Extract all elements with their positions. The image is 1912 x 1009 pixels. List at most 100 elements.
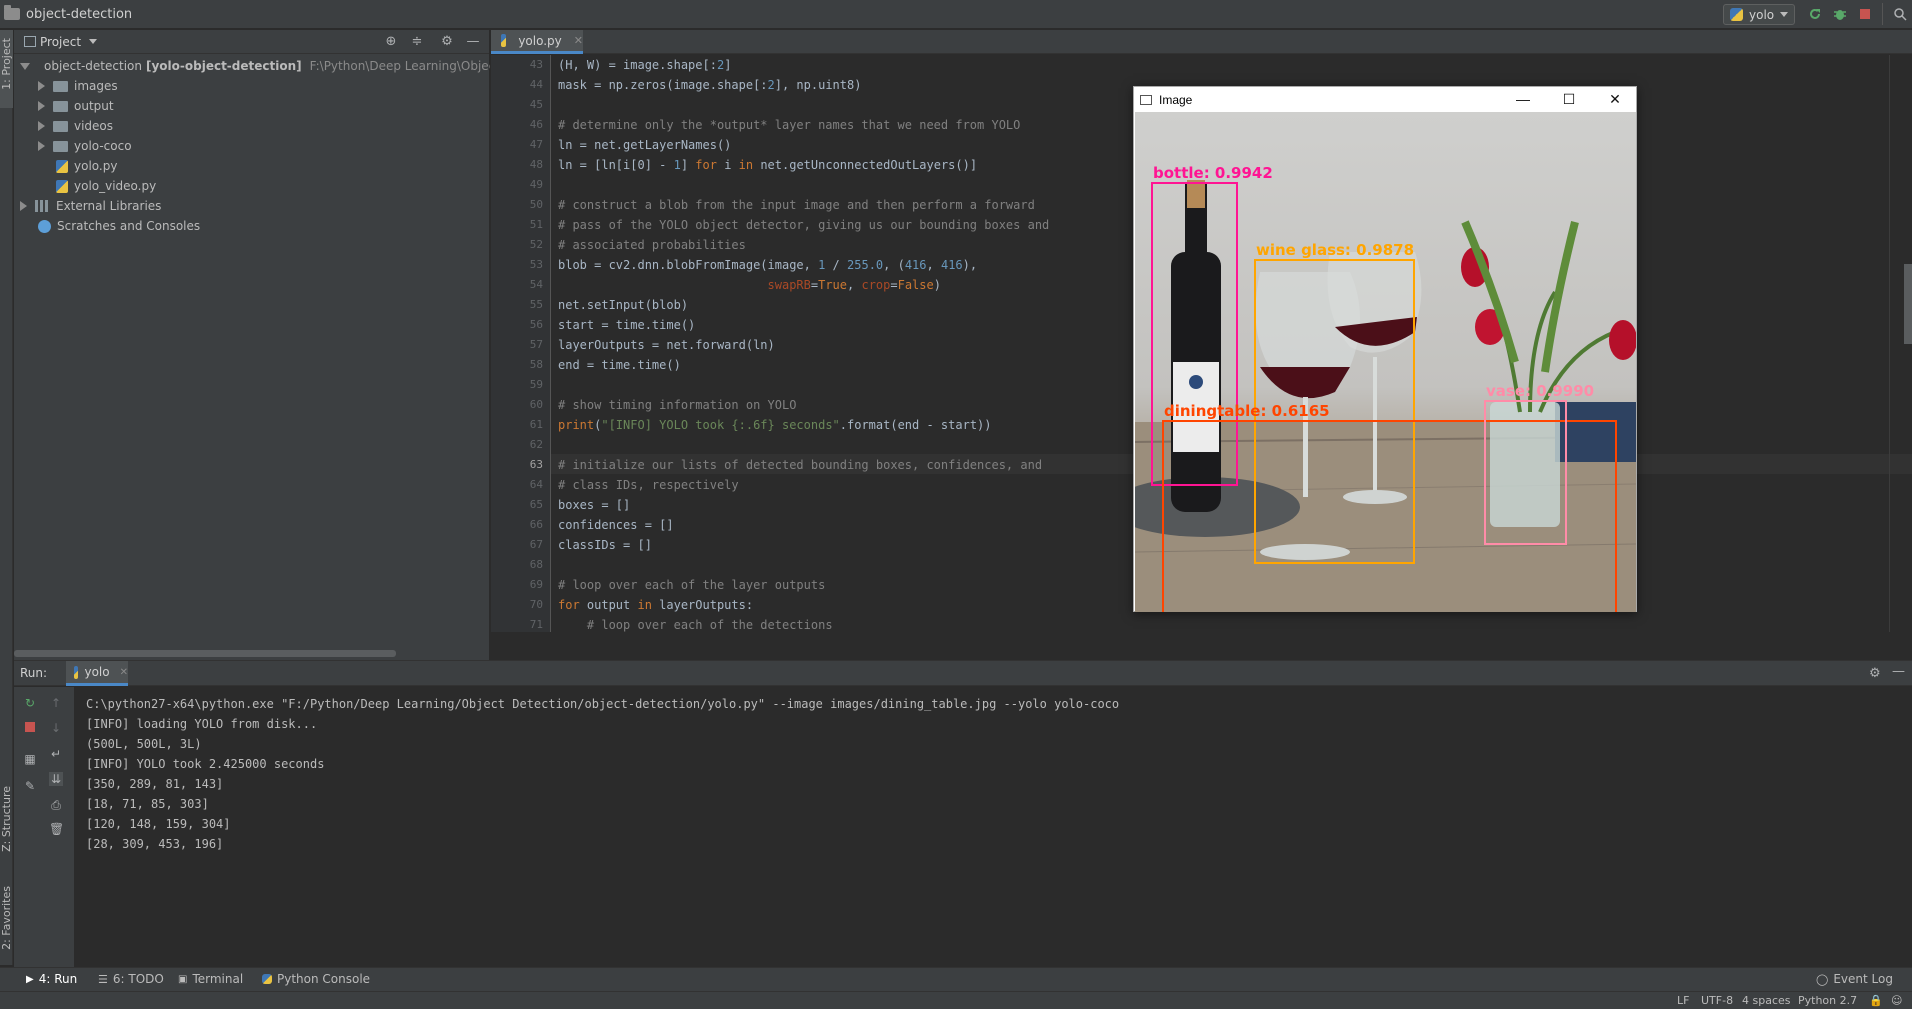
interpreter[interactable]: Python 2.7 xyxy=(1798,994,1857,1007)
project-view-select[interactable]: Project xyxy=(40,35,98,49)
tree-item-scratches[interactable]: Scratches and Consoles xyxy=(14,216,490,236)
close-icon[interactable]: ✕ xyxy=(120,667,128,678)
line-number: 58 xyxy=(529,358,543,371)
line-number: 69 xyxy=(529,578,543,591)
run-tool-button[interactable]: ▶ 4: Run xyxy=(26,972,77,986)
code-line: mask = np.zeros(image.shape[:2], np.uint… xyxy=(558,78,862,92)
expand-icon[interactable] xyxy=(38,121,45,131)
line-number: 61 xyxy=(529,418,543,431)
arrow-up-icon[interactable]: ↑ xyxy=(49,696,63,710)
expand-icon[interactable] xyxy=(38,81,45,91)
tree-item-yolo-py[interactable]: yolo.py xyxy=(14,156,490,176)
vertical-scrollbar[interactable] xyxy=(1904,264,1912,344)
line-number: 51 xyxy=(529,218,543,231)
expand-icon[interactable] xyxy=(38,141,45,151)
collapse-icon[interactable]: ≑ xyxy=(410,35,424,49)
hide-icon[interactable]: — xyxy=(1892,664,1905,679)
code-line: ln = net.getLayerNames() xyxy=(558,138,732,152)
pin-icon[interactable]: ✎ xyxy=(23,779,37,793)
close-icon[interactable]: ✕ xyxy=(1592,87,1638,112)
code-line: # class IDs, respectively xyxy=(558,478,739,492)
file-encoding[interactable]: UTF-8 xyxy=(1701,994,1733,1007)
console-line: [18, 71, 85, 303] xyxy=(86,797,209,811)
stop-icon[interactable] xyxy=(1858,7,1872,21)
line-number: 52 xyxy=(529,238,543,251)
print-icon[interactable]: ⎙ xyxy=(49,798,63,812)
run-console[interactable]: C:\python27-x64\python.exe "F:/Python/De… xyxy=(75,687,1912,967)
event-log-tool-button[interactable]: ◯ Event Log xyxy=(1816,972,1893,986)
run-config-select[interactable]: yolo xyxy=(1723,4,1795,25)
console-line: [INFO] YOLO took 2.425000 seconds xyxy=(86,757,325,771)
debug-icon[interactable] xyxy=(1833,7,1847,21)
lock-icon[interactable]: 🔒 xyxy=(1869,994,1883,1007)
tree-item-external-libraries[interactable]: External Libraries xyxy=(14,196,490,216)
project-panel: Project ⊕ ≑ ⚙ — object-detection [yolo-o… xyxy=(14,30,490,660)
expand-icon[interactable] xyxy=(20,62,30,70)
gear-icon[interactable]: ⚙ xyxy=(1869,666,1881,681)
image-window[interactable]: Image — ☐ ✕ bottle: 0.9942 wine glass: 0… xyxy=(1133,86,1637,612)
code-line: classIDs = [] xyxy=(558,538,652,552)
arrow-down-icon[interactable]: ↓ xyxy=(49,721,63,735)
line-number: 45 xyxy=(529,98,543,111)
soft-wrap-icon[interactable]: ↵ xyxy=(49,747,63,761)
line-number: 54 xyxy=(529,278,543,291)
horizontal-scrollbar[interactable] xyxy=(14,650,396,657)
inspector-icon[interactable]: ☺ xyxy=(1891,994,1902,1007)
tab-yolo-py[interactable]: yolo.py ✕ xyxy=(491,30,583,54)
run-config-label: yolo xyxy=(1749,7,1775,22)
line-separator[interactable]: LF xyxy=(1677,994,1689,1007)
stop-icon[interactable] xyxy=(23,721,37,735)
python-console-tool-button[interactable]: Python Console xyxy=(262,972,370,986)
close-icon[interactable]: ✕ xyxy=(574,34,583,47)
console-line: (500L, 500L, 3L) xyxy=(86,737,202,751)
tree-item-yolo-video-py[interactable]: yolo_video.py xyxy=(14,176,490,196)
trash-icon[interactable]: 🗑 xyxy=(49,822,64,836)
folder-icon xyxy=(53,80,68,92)
line-number: 60 xyxy=(529,398,543,411)
code-line: boxes = [] xyxy=(558,498,631,512)
console-line: [28, 309, 453, 196] xyxy=(86,837,224,851)
line-number: 50 xyxy=(529,198,543,211)
code-line: print("[INFO] YOLO took {:.6f} seconds".… xyxy=(558,418,992,432)
project-tool-button[interactable]: 1: Project xyxy=(0,38,13,90)
tree-item-videos[interactable]: videos xyxy=(14,116,490,136)
tree-item-output[interactable]: output xyxy=(14,96,490,116)
chevron-down-icon xyxy=(1780,12,1789,17)
library-icon xyxy=(35,200,50,212)
tree-item-images[interactable]: images xyxy=(14,76,490,96)
run-tab-yolo[interactable]: yolo ✕ xyxy=(66,661,128,686)
folder-icon xyxy=(53,120,68,132)
code-line: (H, W) = image.shape[:2] xyxy=(558,58,732,72)
structure-tool-button[interactable]: Z: Structure xyxy=(0,786,13,852)
scroll-to-end-icon[interactable]: ⇊ xyxy=(49,772,63,786)
rerun-icon[interactable]: ↻ xyxy=(23,696,37,710)
favorites-tool-button[interactable]: 2: Favorites xyxy=(0,886,13,950)
expand-icon[interactable] xyxy=(20,201,27,211)
right-margin-guide xyxy=(1889,55,1890,632)
image-window-title: Image xyxy=(1159,92,1193,107)
line-number: 68 xyxy=(529,558,543,571)
maximize-icon[interactable]: ☐ xyxy=(1546,87,1592,112)
todo-tool-button[interactable]: ☰ 6: TODO xyxy=(98,972,164,986)
minimize-icon[interactable]: — xyxy=(1500,87,1546,112)
rerun-icon[interactable] xyxy=(1808,7,1822,21)
hide-icon[interactable]: — xyxy=(466,35,480,49)
locate-icon[interactable]: ⊕ xyxy=(384,35,398,49)
expand-icon[interactable] xyxy=(38,101,45,111)
code-line: # show timing information on YOLO xyxy=(558,398,797,412)
indent-setting[interactable]: 4 spaces xyxy=(1742,994,1791,1007)
folder-icon xyxy=(4,5,20,20)
code-line: ln = [ln[i[0] - 1] for i in net.getUncon… xyxy=(558,158,978,172)
gear-icon[interactable]: ⚙ xyxy=(440,35,454,49)
tree-item-root[interactable]: object-detection [yolo-object-detection]… xyxy=(14,56,490,76)
detection-label: wine glass: 0.9878 xyxy=(1256,241,1415,259)
chevron-down-icon xyxy=(89,39,98,44)
search-icon[interactable] xyxy=(1893,7,1907,21)
tree-item-yolo-coco[interactable]: yolo-coco xyxy=(14,136,490,156)
terminal-tool-button[interactable]: ▣ Terminal xyxy=(178,972,243,986)
line-number: 63 xyxy=(529,458,543,471)
layout-icon[interactable]: ▦ xyxy=(23,752,37,766)
tree-item-label: External Libraries xyxy=(56,199,162,213)
code-line: # associated probabilities xyxy=(558,238,746,252)
code-line: start = time.time() xyxy=(558,318,696,332)
